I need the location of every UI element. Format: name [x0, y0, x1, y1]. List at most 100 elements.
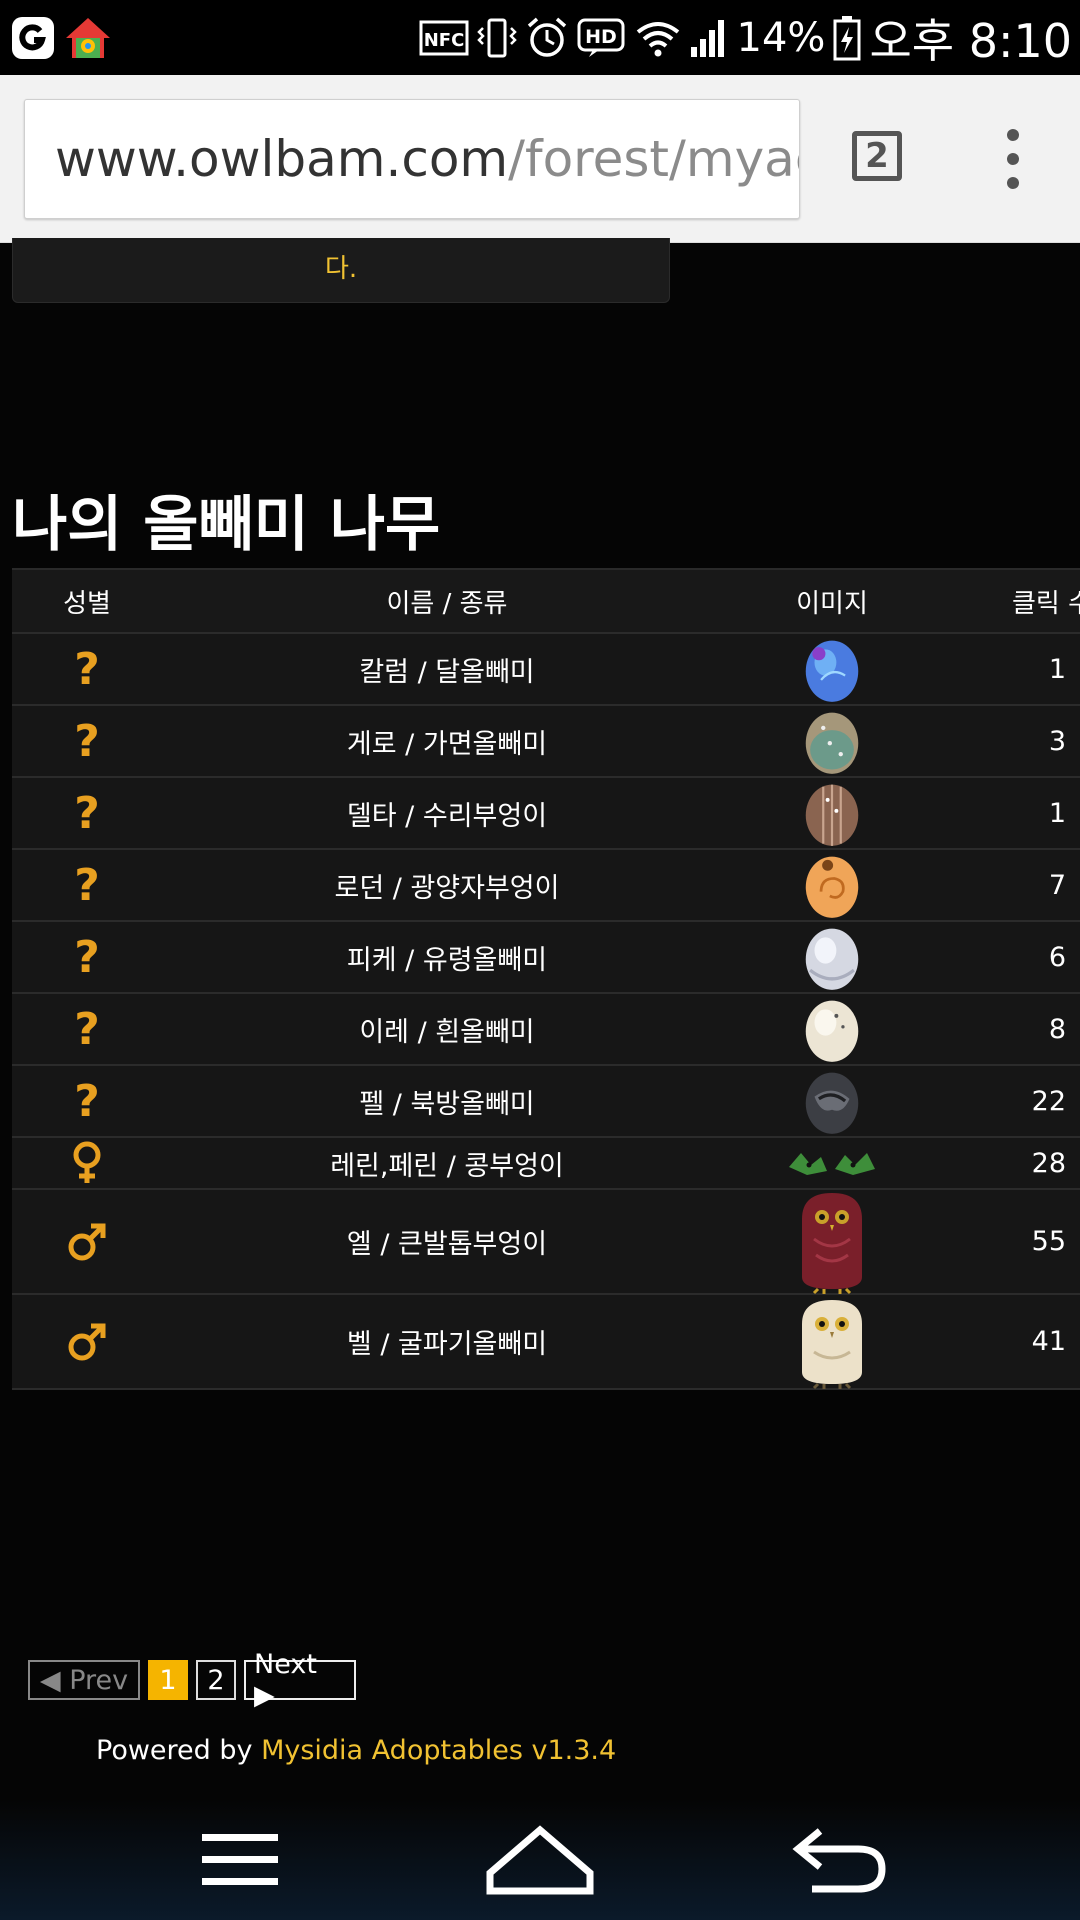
- cream-egg-icon[interactable]: [732, 994, 932, 1064]
- adoptable-name-link[interactable]: 엘 / 큰발톱부엉이: [347, 1222, 547, 1261]
- table-row: ? 펠 / 북방올빼미 22: [12, 1066, 1080, 1138]
- url-bar[interactable]: www.owlbam.com/forest/myac: [24, 99, 800, 219]
- table-row: ? 칼럼 / 달올빼미 1: [12, 634, 1080, 706]
- click-count-cell: 1: [932, 634, 1080, 704]
- adoptable-name-link[interactable]: 펠 / 북방올빼미: [359, 1082, 534, 1121]
- back-icon[interactable]: [780, 1820, 900, 1900]
- footer: Powered by Mysidia Adoptables v1.3.4: [96, 1735, 616, 1766]
- alarm-icon: [525, 16, 569, 60]
- click-count: 8: [1048, 1013, 1066, 1045]
- brown-egg-icon[interactable]: [732, 778, 932, 848]
- cream-owl-icon[interactable]: [732, 1295, 932, 1389]
- name-cell: 로던 / 광양자부엉이: [162, 850, 732, 920]
- name-cell: 델타 / 수리부엉이: [162, 778, 732, 848]
- blue-egg-icon[interactable]: [732, 634, 932, 704]
- adoptable-name-link[interactable]: 로던 / 광양자부엉이: [335, 866, 560, 905]
- header-image: 이미지: [796, 588, 868, 619]
- table-header-row: 성별 이름 / 종류 이미지 클릭 수: [12, 570, 1080, 634]
- gender-unknown-icon: ?: [12, 994, 162, 1064]
- svg-text:NFC: NFC: [423, 30, 464, 51]
- notice-box: 다.: [12, 238, 670, 303]
- browser-toolbar: www.owlbam.com/forest/myac 2: [0, 75, 1080, 243]
- adoptable-name-link[interactable]: 칼럼 / 달올빼미: [359, 650, 534, 689]
- url-path: /forest/myac: [508, 130, 800, 188]
- click-count-cell: 3: [932, 706, 1080, 776]
- adoptable-name-link[interactable]: 벨 / 굴파기올빼미: [347, 1322, 547, 1361]
- click-count: 28: [1031, 1147, 1066, 1179]
- table-row: ? 이레 / 흰올빼미 8: [12, 994, 1080, 1066]
- notice-text: 다.: [325, 254, 358, 284]
- gender-unknown-glyph: ?: [74, 1075, 100, 1127]
- nfc-icon: NFC: [419, 18, 469, 58]
- header-gender: 성별: [63, 588, 111, 619]
- page-1-button[interactable]: 1: [148, 1660, 188, 1700]
- svg-text:HD: HD: [585, 26, 617, 48]
- orange-egg-icon[interactable]: [732, 850, 932, 920]
- next-page-button[interactable]: Next ▶: [244, 1649, 356, 1711]
- gender-unknown-icon: ?: [12, 1066, 162, 1136]
- click-count-cell: 55: [932, 1190, 1080, 1293]
- click-count: 1: [1048, 653, 1066, 685]
- female-icon: [12, 1138, 162, 1188]
- page-title: 나의 올빼미 나무: [12, 490, 441, 560]
- url-text: www.owlbam.com/forest/myac: [25, 130, 800, 188]
- click-count-cell: 7: [932, 850, 1080, 920]
- click-count-cell: 41: [932, 1295, 1080, 1388]
- name-cell: 레린,페린 / 콩부엉이: [162, 1138, 732, 1188]
- name-cell: 벨 / 굴파기올빼미: [162, 1295, 732, 1388]
- carrier-logo-icon: [10, 15, 56, 61]
- speckled-egg-icon[interactable]: [732, 706, 932, 776]
- twin-sprouts-icon[interactable]: [732, 1138, 932, 1188]
- gender-unknown-glyph: ?: [74, 931, 100, 983]
- click-count-cell: 1: [932, 778, 1080, 848]
- table-row: ? 로던 / 광양자부엉이 7: [12, 850, 1080, 922]
- click-count: 22: [1031, 1085, 1066, 1117]
- adoptables-table: 성별 이름 / 종류 이미지 클릭 수 ? 칼럼 / 달올빼미 1? 게로 / 가면올…: [12, 568, 1080, 1390]
- table-row: 벨 / 굴파기올빼미 41: [12, 1295, 1080, 1390]
- male-icon: [12, 1295, 162, 1388]
- status-bar: NFC HD 14% 오후 8:10: [0, 0, 1080, 75]
- name-cell: 게로 / 가면올빼미: [162, 706, 732, 776]
- page-2-button[interactable]: 2: [196, 1660, 236, 1700]
- adoptable-name-link[interactable]: 게로 / 가면올빼미: [347, 722, 547, 761]
- click-count-cell: 8: [932, 994, 1080, 1064]
- clock: 오후 8:10: [869, 13, 1072, 68]
- footer-prefix: Powered by: [96, 1735, 262, 1766]
- overflow-menu-icon[interactable]: [992, 129, 1032, 189]
- vibrate-icon: [476, 16, 517, 60]
- home-launcher-icon: [64, 14, 112, 62]
- table-body: ? 칼럼 / 달올빼미 1? 게로 / 가면올빼미 3? 델타 / 수리부엉이 1? 로던 /…: [12, 634, 1080, 1390]
- gender-unknown-icon: ?: [12, 634, 162, 704]
- adoptable-name-link[interactable]: 피케 / 유령올빼미: [347, 938, 547, 977]
- dark-egg-icon[interactable]: [732, 1066, 932, 1136]
- click-count: 55: [1031, 1226, 1066, 1257]
- prev-page-button[interactable]: ◀ Prev: [28, 1660, 140, 1700]
- gender-unknown-icon: ?: [12, 706, 162, 776]
- tab-switcher-button[interactable]: 2: [852, 131, 902, 181]
- click-count: 6: [1048, 941, 1066, 973]
- name-cell: 칼럼 / 달올빼미: [162, 634, 732, 704]
- red-owl-icon[interactable]: [732, 1190, 932, 1294]
- white-egg-icon[interactable]: [732, 922, 932, 992]
- table-row: ? 델타 / 수리부엉이 1: [12, 778, 1080, 850]
- gender-unknown-icon: ?: [12, 922, 162, 992]
- gender-unknown-glyph: ?: [74, 787, 100, 839]
- adoptable-name-link[interactable]: 델타 / 수리부엉이: [347, 794, 547, 833]
- header-clicks: 클릭 수: [1012, 588, 1080, 619]
- adoptable-name-link[interactable]: 레린,페린 / 콩부엉이: [330, 1144, 564, 1183]
- male-icon: [12, 1190, 162, 1293]
- gender-unknown-glyph: ?: [74, 643, 100, 695]
- name-cell: 펠 / 북방올빼미: [162, 1066, 732, 1136]
- name-cell: 엘 / 큰발톱부엉이: [162, 1190, 732, 1293]
- footer-link[interactable]: Mysidia Adoptables v1.3.4: [261, 1735, 616, 1766]
- menu-icon[interactable]: [180, 1820, 300, 1900]
- click-count: 41: [1031, 1326, 1066, 1357]
- name-cell: 피케 / 유령올빼미: [162, 922, 732, 992]
- battery-percent: 14%: [736, 14, 826, 61]
- click-count-cell: 22: [932, 1066, 1080, 1136]
- click-count-cell: 6: [932, 922, 1080, 992]
- gender-unknown-glyph: ?: [74, 859, 100, 911]
- adoptable-name-link[interactable]: 이레 / 흰올빼미: [359, 1010, 534, 1049]
- home-icon[interactable]: [480, 1820, 600, 1900]
- table-row: ? 게로 / 가면올빼미 3: [12, 706, 1080, 778]
